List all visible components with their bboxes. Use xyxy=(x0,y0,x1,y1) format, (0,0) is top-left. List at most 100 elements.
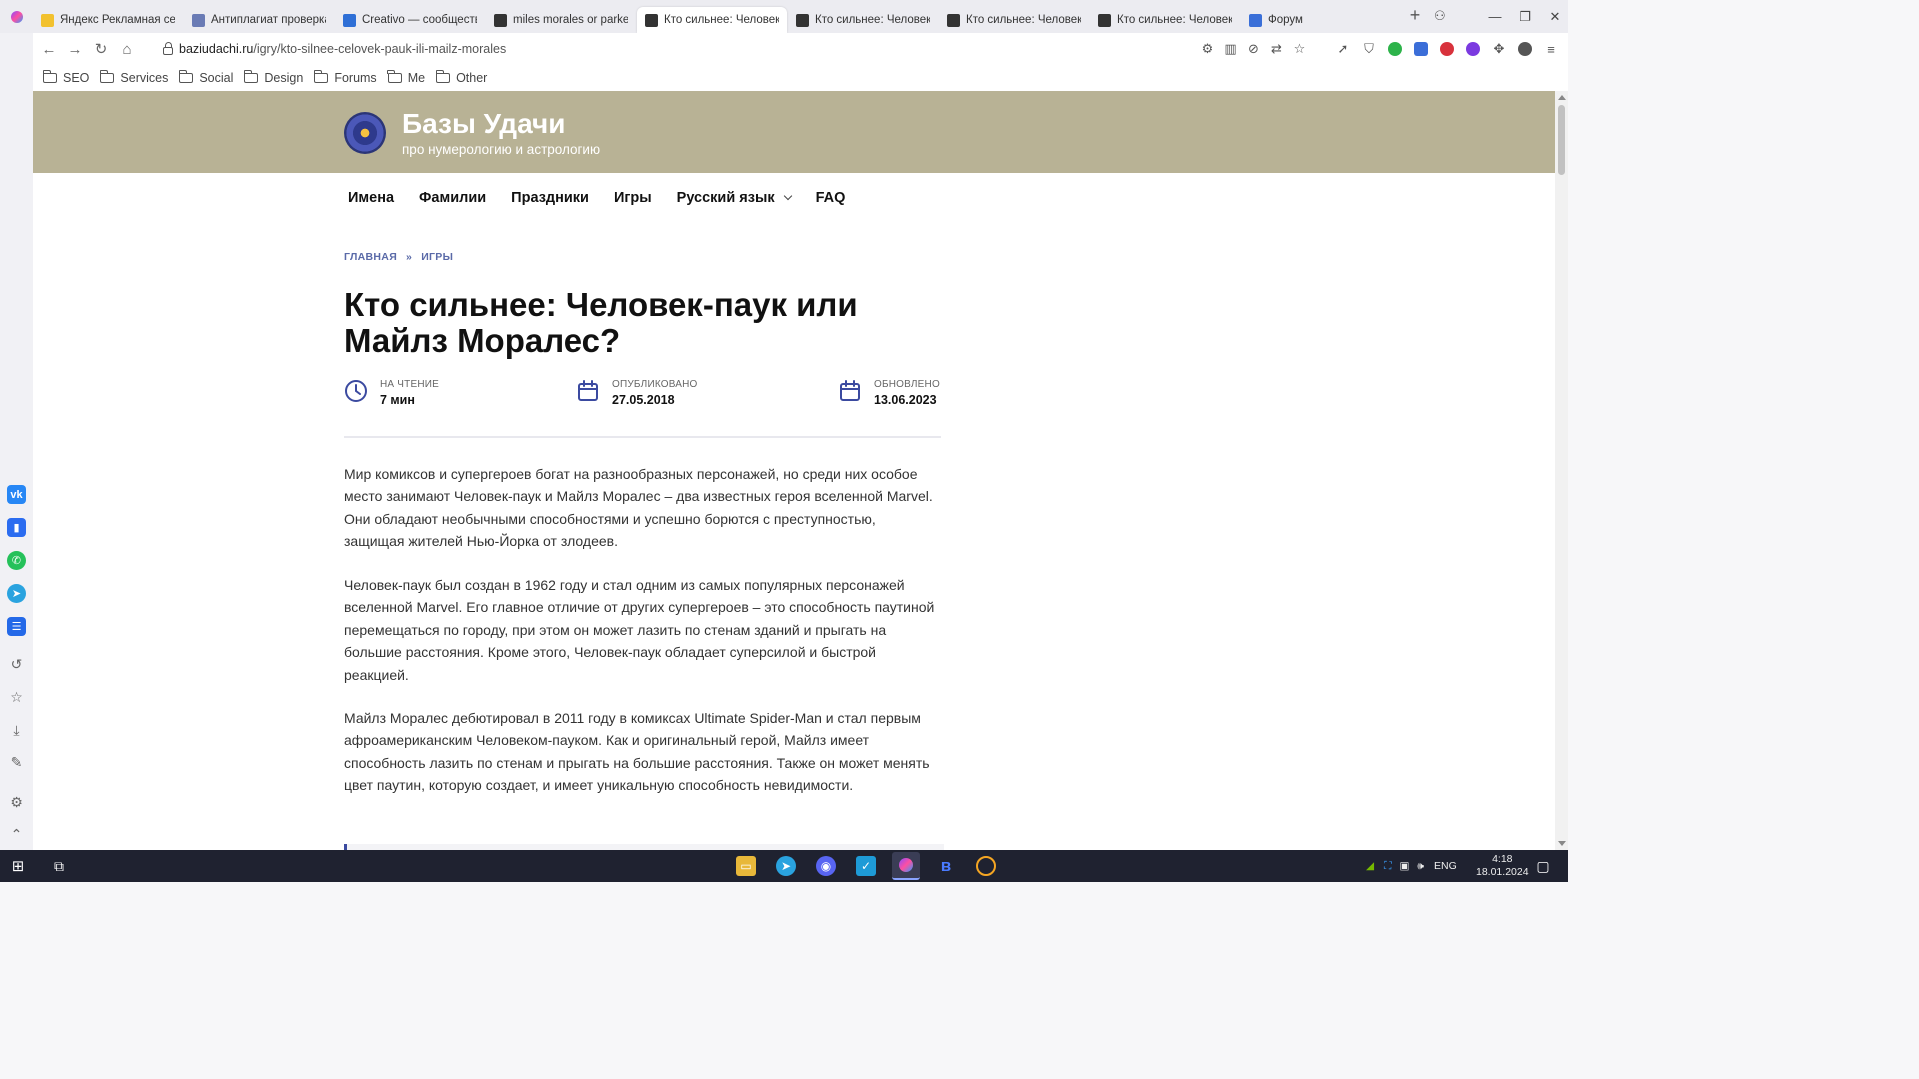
browser-tab[interactable]: Кто сильнее: Человек-Па xyxy=(1090,7,1240,33)
bookmark-folder[interactable]: SEO xyxy=(42,70,89,85)
collapse-chevron-icon[interactable]: ⌃ xyxy=(7,825,26,844)
minimize-button[interactable]: — xyxy=(1482,9,1508,24)
calendar-icon xyxy=(840,380,860,401)
scrollbar-thumb[interactable] xyxy=(1558,105,1565,175)
breadcrumb-home-link[interactable]: ГЛАВНАЯ xyxy=(344,251,397,263)
meta-reading-time: НА ЧТЕНИЕ 7 мин xyxy=(344,379,439,407)
browser-tab[interactable]: Кто сильнее: Человек-па xyxy=(939,7,1089,33)
nav-item[interactable]: Фамилии xyxy=(419,190,486,206)
bookmark-star-icon[interactable]: ☆ xyxy=(1288,41,1311,57)
browser-menu-button[interactable] xyxy=(0,0,33,33)
task-view-icon[interactable]: ⧉ xyxy=(49,856,69,876)
site-subtitle: про нумерологию и астрологию xyxy=(402,142,601,157)
network-activity-icon[interactable]: ⛶ xyxy=(1384,860,1391,873)
volume-icon[interactable]: 🕪 xyxy=(1417,860,1424,873)
shield-icon[interactable]: ⛉ xyxy=(1356,41,1382,57)
notification-center-icon[interactable]: ▢ xyxy=(1533,856,1553,876)
recorder-app-icon[interactable] xyxy=(976,856,996,876)
back-button[interactable]: ← xyxy=(36,41,62,58)
extensions-puzzle-icon[interactable]: ✥ xyxy=(1486,41,1512,57)
scroll-down-arrow-icon[interactable] xyxy=(1558,841,1566,846)
profile-avatar-icon[interactable] xyxy=(1512,42,1538,56)
discord-icon[interactable]: ◉ xyxy=(816,856,836,876)
rocket-icon[interactable]: ➚ xyxy=(1330,41,1356,57)
reload-button[interactable]: ↻ xyxy=(88,40,114,58)
browser-tab[interactable]: Creativo — сообщество л xyxy=(335,7,485,33)
meta-updated: ОБНОВЛЕНО 13.06.2023 xyxy=(838,379,940,407)
restore-button[interactable]: ❐ xyxy=(1512,9,1538,25)
scroll-up-arrow-icon[interactable] xyxy=(1558,95,1566,100)
nav-item[interactable]: Имена xyxy=(348,190,394,206)
browser-tab[interactable]: Антиплагиат проверка xyxy=(184,7,334,33)
language-indicator[interactable]: ENG xyxy=(1434,860,1457,872)
settings-gear-icon[interactable]: ⚙ xyxy=(7,793,26,812)
reading-time-label: НА ЧТЕНИЕ xyxy=(380,379,439,390)
incognito-tabs-icon[interactable]: ⚇ xyxy=(1434,8,1446,24)
browser-tab[interactable]: Кто сильнее: Человек-па xyxy=(788,7,938,33)
bookmark-folder[interactable]: Me xyxy=(387,70,425,85)
incognito-icon xyxy=(645,13,658,27)
favorites-icon[interactable]: ☆ xyxy=(7,688,26,707)
browser-tab[interactable]: Форум xyxy=(1241,7,1391,33)
app-taskbar-icon[interactable]: ʙ xyxy=(936,856,956,876)
tab-strip: Яндекс Рекламная сеть Антиплагиат проверк… xyxy=(0,0,1568,33)
reader-mode-icon[interactable]: ▥ xyxy=(1219,41,1242,57)
meta-divider xyxy=(344,436,941,438)
nav-item[interactable]: Игры xyxy=(614,190,652,206)
adblock-extension-icon[interactable] xyxy=(1434,42,1460,56)
folder-icon xyxy=(313,70,329,83)
browser-tab[interactable]: Кто сильнее: Человек-па xyxy=(637,7,787,33)
bookmark-folder[interactable]: Services xyxy=(99,70,168,85)
edit-icon[interactable]: ✎ xyxy=(7,753,26,772)
file-explorer-icon[interactable]: ▭ xyxy=(736,856,756,876)
whatsapp-icon[interactable]: ✆ xyxy=(7,551,26,570)
yandex-browser-taskbar-icon[interactable] xyxy=(892,852,920,880)
browser-tab[interactable]: miles morales or parker — xyxy=(486,7,636,33)
telegram-taskbar-icon[interactable]: ➤ xyxy=(776,856,796,876)
nav-item[interactable]: Праздники xyxy=(511,190,589,206)
history-icon[interactable]: ↺ xyxy=(7,655,26,674)
bookmark-folder[interactable]: Social xyxy=(178,70,233,85)
tasks-icon[interactable]: ☰ xyxy=(7,617,26,636)
article-title: Кто сильнее: Человек-паук или Майлз Мора… xyxy=(344,286,858,359)
checklist-app-icon[interactable]: ✓ xyxy=(856,856,876,876)
extension-icon[interactable]: ⚙ xyxy=(1196,41,1219,57)
browser-tab[interactable]: Яндекс Рекламная сеть xyxy=(33,7,183,33)
windows-start-icon[interactable]: ⊞ xyxy=(8,856,28,876)
purple-extension-icon[interactable] xyxy=(1460,42,1486,56)
breadcrumb: ГЛАВНАЯ » ИГРЫ xyxy=(344,251,453,263)
breadcrumb-games-link[interactable]: ИГРЫ xyxy=(421,251,453,263)
system-clock[interactable]: 4:18 18.01.2024 xyxy=(1476,853,1529,879)
green-extension-icon[interactable] xyxy=(1382,42,1408,56)
folder-icon xyxy=(99,70,115,83)
url-field[interactable]: baziudachi.ru/igry/kto-silnee-celovek-pa… xyxy=(163,33,506,65)
forward-button[interactable]: → xyxy=(62,41,88,58)
window-controls: — ❐ ✕ xyxy=(1478,0,1568,33)
yandex-icon xyxy=(41,13,54,27)
site-title[interactable]: Базы Удачи xyxy=(402,108,565,140)
hamburger-menu-icon[interactable]: ≡ xyxy=(1538,42,1564,57)
new-tab-button[interactable]: + xyxy=(1401,5,1429,26)
network-icon[interactable]: ▣ xyxy=(1399,860,1409,872)
page-scrollbar[interactable] xyxy=(1555,91,1568,850)
windows-taskbar: ⊞ ⧉ ▭ ➤ ◉ ✓ ʙ ◢ ⛶ ▣ 🕪 ENG 4:18 18.01.202… xyxy=(0,850,1568,882)
nav-item[interactable]: FAQ xyxy=(816,190,846,206)
tracking-protection-icon[interactable]: ⊘ xyxy=(1242,41,1265,57)
translate-extension-icon[interactable] xyxy=(1408,42,1434,56)
home-button[interactable]: ⌂ xyxy=(114,41,140,58)
telegram-icon[interactable]: ➤ xyxy=(7,584,26,603)
bookmark-folder[interactable]: Design xyxy=(243,70,303,85)
nav-item-label: Фамилии xyxy=(419,190,487,206)
vk-icon[interactable]: vk xyxy=(7,485,26,504)
downloads-icon[interactable]: ⤓ xyxy=(7,721,26,740)
nvidia-tray-icon[interactable]: ◢ xyxy=(1366,860,1374,872)
nav-item[interactable]: Русский язык xyxy=(677,190,792,206)
stats-icon[interactable]: ▮ xyxy=(7,518,26,537)
close-button[interactable]: ✕ xyxy=(1542,9,1568,25)
bookmark-folder[interactable]: Other xyxy=(435,70,487,85)
translate-icon[interactable]: ⇄ xyxy=(1265,41,1288,57)
bookmark-folder[interactable]: Forums xyxy=(313,70,377,85)
bookmark-label: Forums xyxy=(334,71,377,85)
tab-title: Кто сильнее: Человек-Па xyxy=(1117,14,1232,26)
site-logo-icon[interactable] xyxy=(344,112,386,154)
